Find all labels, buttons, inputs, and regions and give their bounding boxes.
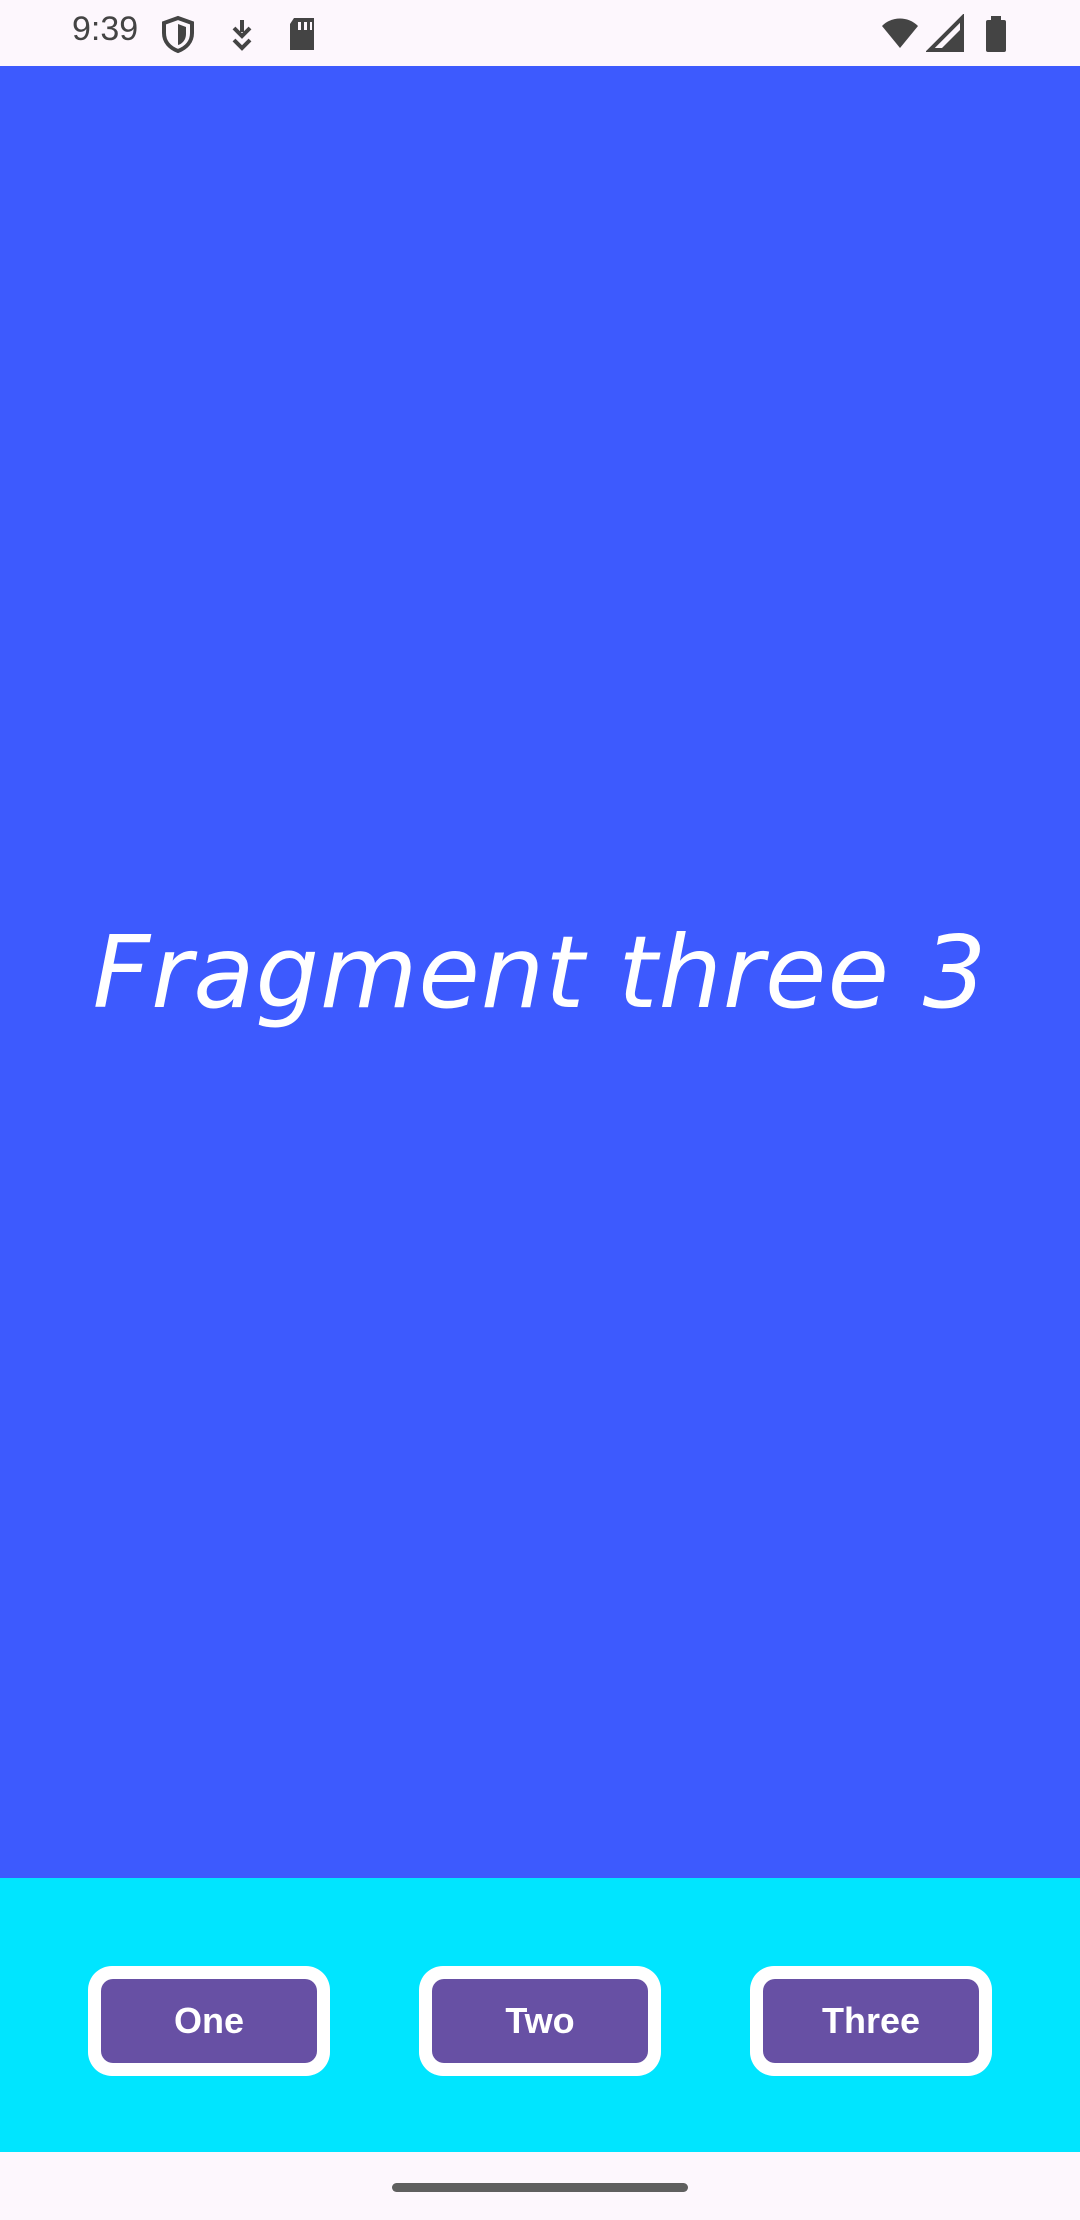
fragment-container: Fragment three 3 <box>0 66 1080 1878</box>
button-two[interactable]: Two <box>432 1979 648 2063</box>
shield-icon <box>158 14 198 54</box>
battery-icon <box>976 14 1016 54</box>
button-one[interactable]: One <box>101 1979 317 2063</box>
status-time: 9:39 <box>72 10 139 48</box>
button-three[interactable]: Three <box>763 1979 979 2063</box>
fragment-title: Fragment three 3 <box>92 913 988 1031</box>
wifi-icon <box>880 14 920 54</box>
button-two-frame: Two <box>419 1966 661 2076</box>
signal-icon <box>925 13 966 54</box>
button-one-frame: One <box>88 1966 330 2076</box>
gesture-handle[interactable] <box>392 2183 688 2192</box>
status-bar: 9:39 <box>0 0 1080 66</box>
sd-card-icon <box>282 14 322 54</box>
download-icon <box>222 14 262 54</box>
button-three-frame: Three <box>750 1966 992 2076</box>
